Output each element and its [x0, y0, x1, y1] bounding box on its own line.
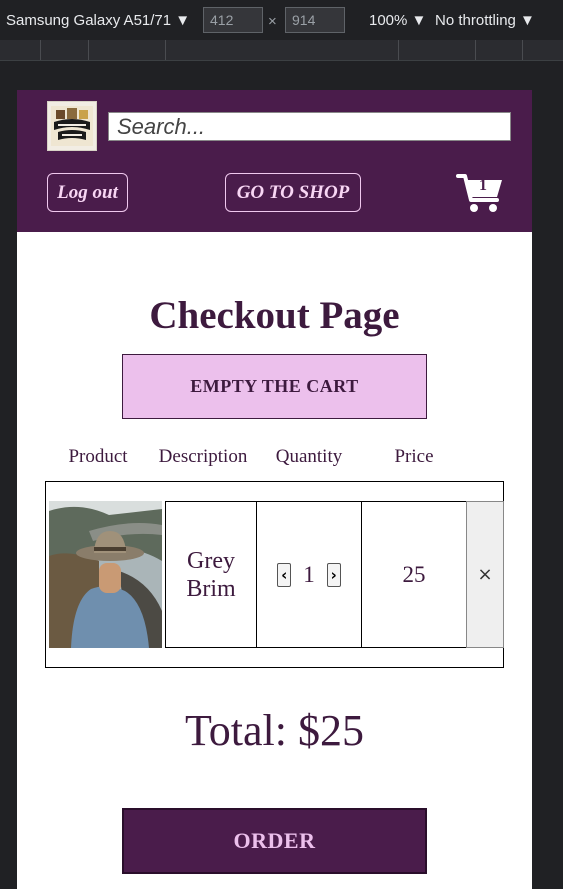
zoom-dropdown-icon: ▼: [411, 12, 427, 29]
ruler-tick: [475, 40, 476, 60]
product-image: [49, 501, 162, 648]
column-header-price: Price: [394, 446, 434, 467]
ruler-tick: [165, 40, 166, 60]
column-header-quantity: Quantity: [275, 446, 343, 467]
viewport-width-input[interactable]: 412: [203, 7, 263, 33]
quantity-stepper: ‹ 1 ›: [256, 501, 362, 648]
ruler-tick: [40, 40, 41, 60]
ruler-tick: [522, 40, 523, 60]
media-query-ruler: [0, 40, 563, 61]
viewport-height-input[interactable]: 914: [285, 7, 345, 33]
device-selector[interactable]: Samsung Galaxy A51/71 ▼: [6, 12, 190, 29]
dimension-separator: ×: [268, 13, 277, 30]
increase-quantity-button[interactable]: ›: [326, 562, 341, 587]
throttling-selector[interactable]: No throttling ▼: [435, 12, 535, 29]
device-viewport: Log out GO TO SHOP 1 Checkout Page EMPTY…: [17, 90, 532, 889]
zoom-selector[interactable]: 100% ▼: [369, 12, 426, 29]
man-in-hat-photo: [49, 501, 162, 648]
cart-table: Grey Brim ‹ 1 › 25 ×: [45, 481, 504, 668]
order-button[interactable]: ORDER: [122, 808, 427, 874]
logout-button[interactable]: Log out: [47, 173, 128, 212]
product-description: Grey Brim: [165, 501, 257, 648]
cart-button[interactable]: 1: [456, 172, 504, 214]
device-dropdown-icon: ▼: [175, 12, 191, 29]
remove-item-button[interactable]: ×: [466, 501, 504, 648]
search-input[interactable]: [108, 112, 511, 141]
cart-count-badge: 1: [479, 177, 487, 194]
site-header: Log out GO TO SHOP 1: [17, 90, 532, 232]
decrease-quantity-button[interactable]: ‹: [277, 562, 292, 587]
ruler-tick: [88, 40, 89, 60]
product-price: 25: [361, 501, 467, 648]
devtools-toolbar: Samsung Galaxy A51/71 ▼ 412 × 914 100% ▼…: [0, 0, 563, 40]
store-logo[interactable]: [47, 101, 97, 151]
column-header-product: Product: [68, 446, 128, 467]
zoom-level: 100%: [369, 12, 408, 29]
ruler-tick: [398, 40, 399, 60]
column-header-description: Description: [158, 446, 248, 467]
cart-total: Total: $25: [184, 706, 364, 755]
throttling-label: No throttling: [435, 12, 516, 29]
quantity-value: 1: [303, 561, 315, 587]
store-logo-icon: [51, 106, 93, 146]
empty-cart-button[interactable]: EMPTY THE CART: [122, 354, 427, 419]
go-to-shop-button[interactable]: GO TO SHOP: [225, 173, 361, 212]
device-name: Samsung Galaxy A51/71: [6, 12, 172, 29]
page-title: Checkout Page: [149, 294, 400, 337]
throttling-dropdown-icon: ▼: [520, 12, 535, 29]
